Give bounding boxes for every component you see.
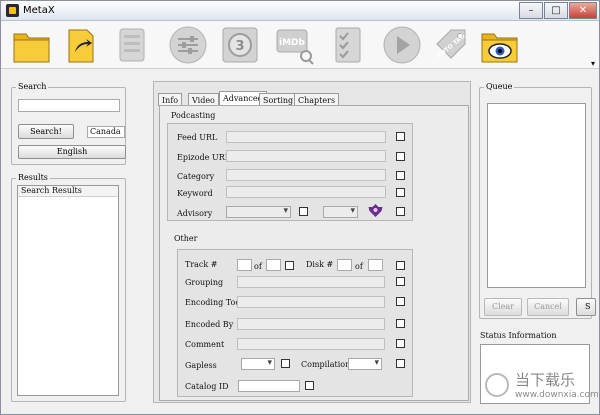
track-checkbox[interactable] bbox=[285, 261, 294, 270]
watermark-cn-text: 当下载乐 bbox=[515, 371, 576, 389]
search-button[interactable]: Search! bbox=[18, 124, 74, 139]
advisory-label: Advisory bbox=[177, 209, 213, 218]
disk-total-input[interactable] bbox=[368, 259, 383, 271]
settings-icon[interactable] bbox=[167, 24, 209, 66]
document-icon[interactable] bbox=[111, 24, 153, 66]
results-group-title: Results bbox=[16, 173, 50, 182]
encoded-by-label: Encoded By bbox=[185, 320, 234, 329]
catalog-id-input[interactable] bbox=[238, 380, 300, 392]
imdb-search-icon[interactable]: iMDb bbox=[273, 24, 315, 66]
disk-number-input[interactable] bbox=[337, 259, 352, 271]
keyword-input[interactable] bbox=[226, 186, 386, 198]
checklist-icon[interactable] bbox=[327, 24, 369, 66]
compilation-label: Compilation bbox=[301, 360, 351, 369]
status-title: Status Information bbox=[480, 331, 557, 340]
category-input[interactable] bbox=[226, 169, 386, 181]
episode-url-checkbox[interactable] bbox=[396, 152, 405, 161]
search-input[interactable] bbox=[18, 99, 120, 112]
track-total-input[interactable] bbox=[266, 259, 281, 271]
app-window: MetaX – □ ✕ 3 iMDb AUTO TAG ▾ Search Sea… bbox=[0, 0, 600, 415]
advisory-select[interactable] bbox=[226, 206, 291, 218]
comment-checkbox[interactable] bbox=[396, 339, 405, 348]
gapless-select[interactable] bbox=[241, 358, 275, 370]
watermark-url: www.downxia.com bbox=[515, 390, 599, 400]
search-group-title: Search bbox=[16, 82, 49, 91]
grouping-checkbox[interactable] bbox=[396, 277, 405, 286]
gapless-checkbox[interactable] bbox=[281, 359, 290, 368]
feed-url-input[interactable] bbox=[226, 131, 386, 143]
encoded-by-checkbox[interactable] bbox=[396, 319, 405, 328]
film-countdown-icon[interactable]: 3 bbox=[219, 24, 261, 66]
results-list[interactable]: Search Results bbox=[17, 185, 119, 396]
close-button[interactable]: ✕ bbox=[569, 2, 597, 19]
toolbar: 3 iMDb AUTO TAG ▾ bbox=[1, 21, 599, 69]
other-title: Other bbox=[174, 234, 198, 243]
toolbar-overflow-icon[interactable]: ▾ bbox=[591, 59, 595, 68]
language-button[interactable]: English bbox=[18, 145, 126, 159]
cancel-button[interactable]: Cancel bbox=[527, 298, 569, 316]
play-icon[interactable] bbox=[381, 24, 423, 66]
track-label: Track # bbox=[185, 260, 218, 269]
countdown-text: 3 bbox=[235, 39, 244, 54]
view-folder-icon[interactable] bbox=[479, 24, 521, 66]
keyword-label: Keyword bbox=[177, 189, 213, 198]
advisory-rating-icon bbox=[367, 203, 384, 218]
advisory-rating-select[interactable] bbox=[323, 206, 358, 218]
feed-url-checkbox[interactable] bbox=[396, 132, 405, 141]
compilation-checkbox[interactable] bbox=[396, 359, 405, 368]
open-file-icon[interactable] bbox=[61, 24, 103, 66]
disk-checkbox[interactable] bbox=[396, 261, 405, 270]
country-select[interactable]: Canada bbox=[87, 126, 125, 138]
disk-label: Disk # bbox=[306, 260, 334, 269]
catalog-id-label: Catalog ID bbox=[185, 382, 229, 391]
watermark-logo-icon bbox=[485, 373, 509, 397]
queue-group-title: Queue bbox=[484, 82, 515, 91]
category-checkbox[interactable] bbox=[396, 171, 405, 180]
disk-of-label: of bbox=[355, 262, 363, 271]
title-bar: MetaX – □ ✕ bbox=[1, 1, 599, 21]
open-folder-icon[interactable] bbox=[11, 24, 53, 66]
queue-list[interactable] bbox=[487, 103, 586, 288]
advisory-checkbox[interactable] bbox=[299, 207, 308, 216]
encoding-tool-input[interactable] bbox=[237, 296, 385, 308]
category-label: Category bbox=[177, 172, 215, 181]
comment-input[interactable] bbox=[237, 338, 385, 350]
window-title: MetaX bbox=[23, 5, 55, 16]
app-logo-icon bbox=[6, 4, 19, 17]
encoded-by-input[interactable] bbox=[237, 318, 385, 330]
maximize-button[interactable]: □ bbox=[544, 2, 568, 19]
track-number-input[interactable] bbox=[237, 259, 252, 271]
keyword-checkbox[interactable] bbox=[396, 188, 405, 197]
catalog-id-checkbox[interactable] bbox=[305, 381, 314, 390]
podcasting-title: Podcasting bbox=[171, 111, 216, 120]
start-button[interactable]: S bbox=[576, 298, 596, 316]
grouping-input[interactable] bbox=[237, 276, 385, 288]
track-of-label: of bbox=[254, 262, 262, 271]
results-list-header: Search Results bbox=[18, 186, 118, 197]
feed-url-label: Feed URL bbox=[177, 133, 218, 142]
encoding-tool-label: Encoding Tool bbox=[185, 298, 243, 307]
compilation-select[interactable] bbox=[348, 358, 382, 370]
gapless-label: Gapless bbox=[185, 361, 217, 370]
grouping-label: Grouping bbox=[185, 278, 224, 287]
encoding-tool-checkbox[interactable] bbox=[396, 297, 405, 306]
imdb-text: iMDb bbox=[279, 38, 306, 48]
episode-url-label: Epizode URL bbox=[177, 153, 231, 162]
minimize-button[interactable]: – bbox=[519, 2, 543, 19]
clear-button[interactable]: Clear bbox=[484, 298, 522, 316]
advisory-rating-checkbox[interactable] bbox=[396, 207, 405, 216]
auto-tag-icon[interactable]: AUTO TAG bbox=[431, 24, 473, 66]
comment-label: Comment bbox=[185, 340, 225, 349]
episode-url-input[interactable] bbox=[226, 150, 386, 162]
